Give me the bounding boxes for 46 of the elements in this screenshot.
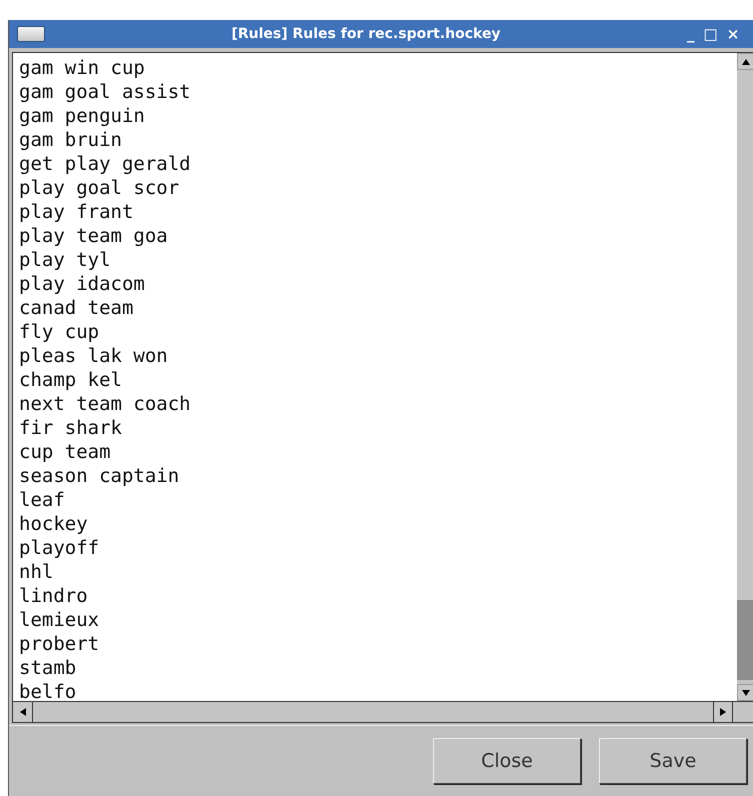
text-line: play team goa [19, 224, 168, 248]
text-line: champ kel [19, 368, 122, 392]
text-line: play goal scor [19, 176, 180, 200]
scroll-thumb[interactable] [737, 600, 753, 680]
vertical-scrollbar[interactable] [737, 53, 753, 701]
text-line: leaf [19, 488, 65, 512]
text-line: lemieux [19, 608, 100, 632]
horizontal-scrollbar[interactable] [13, 701, 753, 722]
text-line: season captain [19, 464, 180, 488]
window-menu-icon[interactable] [17, 26, 45, 42]
text-line: fir shark [19, 416, 122, 440]
maximize-button[interactable]: □ [704, 25, 718, 43]
text-area[interactable] [13, 53, 737, 701]
text-line: lindro [19, 584, 88, 608]
text-line: playoff [19, 536, 100, 560]
text-line: next team coach [19, 392, 191, 416]
scroll-up-button[interactable] [737, 53, 753, 70]
close-button[interactable]: Close [433, 738, 581, 784]
text-line: hockey [19, 512, 88, 536]
scroll-left-button[interactable] [13, 702, 33, 722]
triangle-icon [18, 707, 28, 717]
scroll-right-button[interactable] [713, 702, 733, 722]
window-title: [Rules] Rules for rec.sport.hockey [230, 26, 502, 42]
text-line: gam bruin [19, 128, 122, 152]
text-line: get play gerald [19, 152, 191, 176]
triangle-icon [740, 688, 750, 698]
text-line: play idacom [19, 272, 145, 296]
text-line: play frant [19, 200, 134, 224]
text-line: fly cup [19, 320, 100, 344]
text-line: gam penguin [19, 104, 145, 128]
scroll-down-button[interactable] [737, 684, 753, 701]
text-line: gam win cup [19, 56, 145, 80]
text-line: play tyl [19, 248, 111, 272]
save-button[interactable]: Save [599, 738, 747, 784]
minimize-button[interactable]: _ [687, 25, 694, 43]
text-line: nhl [19, 560, 54, 584]
triangle-icon [740, 56, 750, 66]
text-line: pleas lak won [19, 344, 168, 368]
text-line: canad team [19, 296, 134, 320]
text-line: belfo [19, 680, 76, 701]
text-line: probert [19, 632, 100, 656]
text-line: stamb [19, 656, 76, 680]
triangle-icon [718, 707, 728, 717]
text-line: cup team [19, 440, 111, 464]
close-button[interactable]: × [726, 25, 740, 43]
text-line: gam goal assist [19, 80, 191, 104]
